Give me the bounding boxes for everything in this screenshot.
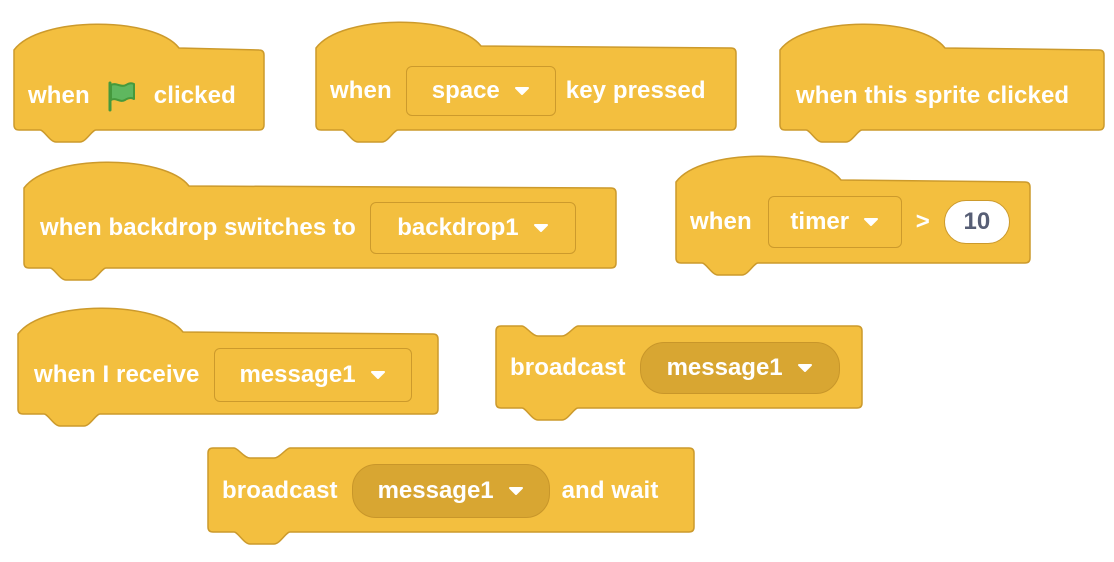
- broadcast-wait-message-dropdown[interactable]: message1: [351, 464, 550, 518]
- broadcast-message-dropdown[interactable]: message1: [639, 342, 840, 394]
- clicked-label: clicked: [153, 82, 236, 109]
- backdrop-dropdown-value: backdrop1: [397, 214, 519, 241]
- chevron-down-icon: [797, 364, 812, 372]
- chevron-down-icon: [508, 487, 523, 495]
- when-backdrop-switches-block[interactable]: when backdrop switches to backdrop1: [23, 156, 617, 286]
- chevron-down-icon: [514, 87, 529, 95]
- when-i-receive-label: when I receive: [34, 361, 200, 388]
- chevron-down-icon: [533, 224, 548, 232]
- broadcast-label: broadcast: [222, 477, 338, 504]
- backdrop-switches-label: when backdrop switches to: [40, 214, 356, 241]
- sensor-dropdown-value: timer: [790, 208, 850, 235]
- broadcast-wait-message-value: message1: [377, 477, 494, 504]
- broadcast-block[interactable]: broadcast message1: [495, 325, 863, 426]
- and-wait-label: and wait: [561, 477, 659, 504]
- receive-message-dropdown[interactable]: message1: [213, 348, 412, 402]
- receive-message-value: message1: [239, 361, 356, 388]
- sprite-clicked-label: when this sprite clicked: [796, 82, 1070, 109]
- sensor-dropdown[interactable]: timer: [767, 196, 902, 248]
- key-pressed-label: key pressed: [565, 77, 706, 104]
- broadcast-message-value: message1: [666, 354, 783, 381]
- when-sprite-clicked-block[interactable]: when this sprite clicked: [779, 20, 1105, 143]
- threshold-number-input[interactable]: 10: [943, 200, 1010, 244]
- key-dropdown[interactable]: space: [405, 66, 556, 116]
- when-label: when: [330, 77, 392, 104]
- when-key-pressed-block[interactable]: when space key pressed: [315, 18, 737, 143]
- when-timer-greater-block[interactable]: when timer > 10: [675, 152, 1031, 277]
- chevron-down-icon: [864, 218, 879, 226]
- greater-than-operator: >: [915, 208, 930, 235]
- backdrop-dropdown[interactable]: backdrop1: [369, 202, 576, 254]
- when-flag-clicked-block[interactable]: when clicked: [13, 20, 265, 143]
- when-label: when: [690, 208, 752, 235]
- chevron-down-icon: [370, 371, 385, 379]
- broadcast-and-wait-block[interactable]: broadcast message1 and wait: [207, 447, 695, 548]
- broadcast-label: broadcast: [510, 354, 626, 381]
- when-i-receive-block[interactable]: when I receive message1: [17, 302, 439, 432]
- when-label: when: [28, 82, 90, 109]
- key-dropdown-value: space: [431, 77, 500, 104]
- green-flag-icon: [108, 81, 135, 112]
